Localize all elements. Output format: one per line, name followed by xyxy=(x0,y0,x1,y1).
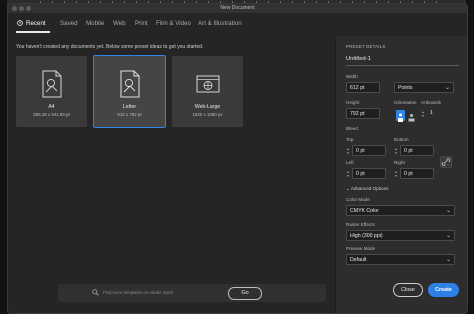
color-mode-label: Color Mode xyxy=(346,197,370,202)
landscape-icon xyxy=(408,114,415,122)
dialog-title: New Document xyxy=(220,5,255,11)
preview-mode-label: Preview Mode xyxy=(346,246,376,251)
color-mode-value: CMYK Color xyxy=(350,208,379,214)
tab-mobile[interactable]: Mobile xyxy=(86,20,104,27)
stock-search-input[interactable]: Find more templates on Adobe Stock xyxy=(103,289,223,297)
go-button[interactable]: Go xyxy=(228,287,262,300)
tab-saved[interactable]: Saved xyxy=(60,20,78,27)
color-mode-select[interactable]: CMYK Color ⌄ xyxy=(346,205,455,216)
search-icon xyxy=(92,289,99,296)
background-app-left xyxy=(0,0,7,314)
units-select[interactable]: Points ⌄ xyxy=(394,82,454,93)
preset-name: Letter xyxy=(122,104,137,110)
create-button[interactable]: Create xyxy=(428,283,459,297)
raster-effects-label: Raster Effects xyxy=(346,222,375,227)
landscape-orientation-button[interactable] xyxy=(407,110,416,122)
height-label: Height xyxy=(346,100,360,105)
orientation-label: Orientation xyxy=(394,100,417,105)
width-field[interactable]: 612 pt xyxy=(346,82,380,93)
stock-search-bar: Find more templates on Adobe Stock Go xyxy=(58,284,326,302)
web-icon xyxy=(196,75,220,93)
bleed-right-label: Right xyxy=(394,160,405,165)
bleed-right-field[interactable]: 0 pt xyxy=(400,168,434,179)
advanced-options-toggle[interactable]: ⌄ Advanced Options xyxy=(346,186,388,192)
tab-print[interactable]: Print xyxy=(135,20,148,27)
width-label: Width xyxy=(346,74,358,79)
bleed-bottom-stepper-icon[interactable]: ▴ ▾ xyxy=(394,147,398,155)
raster-effects-select[interactable]: High (300 ppi) ⌄ xyxy=(346,230,455,241)
bleed-left-field[interactable]: 0 pt xyxy=(352,168,386,179)
close-window-dot[interactable] xyxy=(12,6,17,11)
preset-dimensions: 595.28 x 841.89 pt xyxy=(33,112,70,117)
tab-art-illustration[interactable]: Art & Illustration xyxy=(198,20,242,27)
preset-details-header: PRESET DETAILS xyxy=(346,44,386,49)
preset-gallery: You haven't created any documents yet. B… xyxy=(8,36,334,313)
tab-recent[interactable]: Recent xyxy=(26,20,46,27)
portrait-orientation-button[interactable] xyxy=(396,110,405,122)
chevron-down-icon: ⌄ xyxy=(444,85,450,91)
bleed-top-label: Top xyxy=(346,137,354,142)
raster-effects-value: High (300 ppi) xyxy=(350,233,383,239)
bleed-bottom-label: Bottom xyxy=(394,137,409,142)
active-tab-indicator xyxy=(16,31,50,33)
bleed-top-field[interactable]: 0 pt xyxy=(352,145,386,156)
bleed-top-stepper-icon[interactable]: ▴ ▾ xyxy=(346,147,350,155)
units-value: Points xyxy=(398,85,413,91)
new-document-dialog: New Document Recent Saved Mobile Web Pri… xyxy=(7,3,468,314)
bleed-right-stepper-icon[interactable]: ▴ ▾ xyxy=(394,170,398,178)
empty-recent-hint: You haven't created any documents yet. B… xyxy=(16,44,204,50)
preset-details-panel: PRESET DETAILS Untitled-1 Width 612 pt P… xyxy=(335,36,467,313)
document-icon xyxy=(120,70,140,98)
portrait-icon xyxy=(398,113,403,122)
artboards-label: Artboards xyxy=(421,100,441,105)
chevron-down-icon: ⌄ xyxy=(445,257,451,263)
preset-card-web-large[interactable]: Web-Large 1920 x 1080 px xyxy=(172,56,243,127)
preset-name: A4 xyxy=(48,104,55,110)
document-icon xyxy=(42,70,62,98)
chevron-down-icon: ⌄ xyxy=(445,208,451,214)
bleed-bottom-field[interactable]: 0 pt xyxy=(400,145,434,156)
chevron-down-icon: ⌄ xyxy=(445,233,451,239)
artboards-field[interactable]: 1 xyxy=(427,108,454,119)
preset-dimensions: 1920 x 1080 px xyxy=(192,112,223,117)
bleed-left-stepper-icon[interactable]: ▴ ▾ xyxy=(346,170,350,178)
preview-mode-select[interactable]: Default ⌄ xyxy=(346,254,455,265)
bleed-left-label: Left xyxy=(346,160,354,165)
dialog-titlebar: New Document xyxy=(8,4,467,13)
link-icon[interactable] xyxy=(440,156,452,168)
document-name-field[interactable]: Untitled-1 xyxy=(346,54,459,66)
zoom-window-dot[interactable] xyxy=(26,6,31,11)
clock-icon xyxy=(17,20,23,26)
height-field[interactable]: 792 pt xyxy=(346,108,380,119)
preset-name: Web-Large xyxy=(194,104,221,110)
advanced-options-label: Advanced Options xyxy=(350,186,389,191)
preview-mode-value: Default xyxy=(350,257,367,263)
preset-card-a4[interactable]: A4 595.28 x 841.89 pt xyxy=(16,56,87,127)
close-button[interactable]: Close xyxy=(393,283,423,297)
tab-film-video[interactable]: Film & Video xyxy=(156,20,191,27)
tab-web[interactable]: Web xyxy=(113,20,126,27)
category-tabs: Recent Saved Mobile Web Print Film & Vid… xyxy=(8,14,467,36)
bleed-label: Bleed xyxy=(346,126,358,131)
preset-dimensions: 612 x 792 pt xyxy=(117,112,142,117)
artboards-stepper-icon[interactable]: ▴ ▾ xyxy=(421,110,425,118)
minimize-window-dot[interactable] xyxy=(19,6,24,11)
preset-card-letter[interactable]: Letter 612 x 792 pt xyxy=(93,55,166,128)
